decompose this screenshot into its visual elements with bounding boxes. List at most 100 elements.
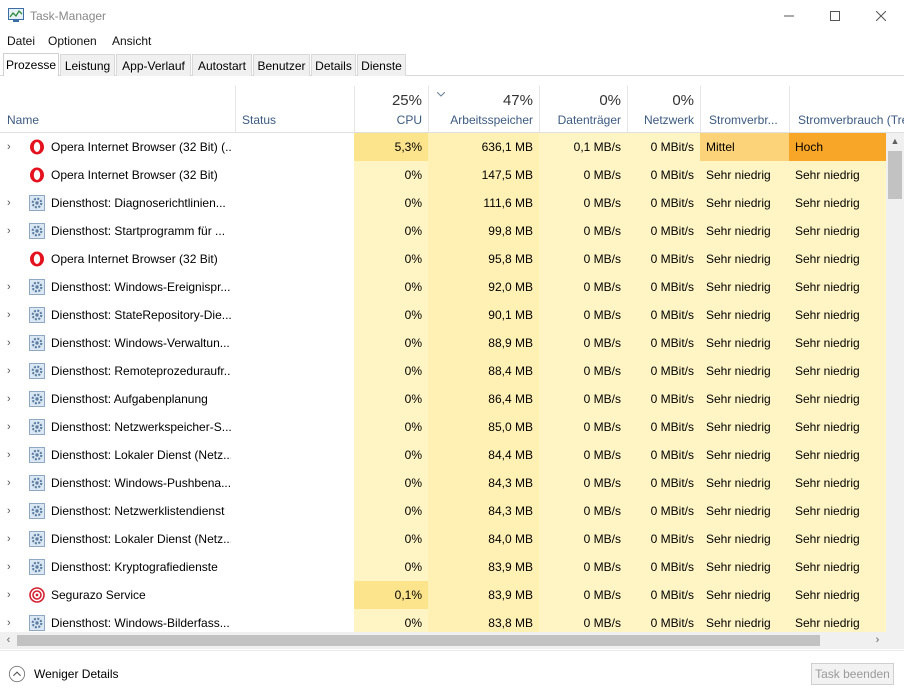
network-cell: 0 MBit/s (627, 329, 700, 357)
chevron-right-icon[interactable]: › (7, 385, 19, 413)
gear-icon (29, 531, 45, 547)
column-header: Name Status 25% CPU 47% Arbeitsspeicher … (0, 86, 904, 133)
table-row[interactable]: › Diensthost: Windows-Pushbena... 0% 84,3 M… (0, 469, 886, 497)
chevron-right-icon[interactable]: › (7, 497, 19, 525)
chevron-right-icon[interactable]: › (7, 217, 19, 245)
table-row[interactable]: Opera Internet Browser (32 Bit) 0% 147,5 M… (0, 161, 886, 189)
header-status[interactable]: Status (235, 86, 354, 132)
close-icon (876, 10, 886, 21)
header-status-label: Status (242, 113, 277, 127)
maximize-button[interactable] (812, 0, 858, 31)
chevron-right-icon[interactable]: › (7, 581, 19, 609)
power-trend-cell: Sehr niedrig (789, 385, 886, 413)
end-task-button[interactable]: Task beenden (811, 663, 894, 685)
tab-prozesse[interactable]: Prozesse (3, 53, 59, 76)
network-cell: 0 MBit/s (627, 609, 700, 632)
power-cell: Sehr niedrig (700, 245, 789, 273)
cpu-cell: 0% (354, 553, 428, 581)
power-trend-cell: Sehr niedrig (789, 469, 886, 497)
vertical-scroll-thumb[interactable] (888, 151, 902, 199)
chevron-right-icon[interactable]: › (7, 525, 19, 553)
tab-leistung[interactable]: Leistung (60, 54, 115, 76)
table-row[interactable]: › Diensthost: Netzwerkspeicher-S... 0% 85,0… (0, 413, 886, 441)
scroll-up-icon[interactable]: ▲ (886, 133, 904, 150)
sort-descending-icon (437, 92, 445, 97)
fewer-details-link[interactable]: Weniger Details (34, 667, 118, 681)
table-row[interactable]: › Diensthost: Diagnoserichtlinien... 0% 111… (0, 189, 886, 217)
horizontal-scrollbar[interactable]: ‹ › (0, 632, 886, 649)
chevron-right-icon[interactable]: › (7, 133, 19, 161)
chevron-right-icon[interactable]: › (7, 441, 19, 469)
horizontal-scroll-thumb[interactable] (17, 635, 820, 646)
table-row[interactable]: › Diensthost: Startprogramm für ... 0% 99,8… (0, 217, 886, 245)
disk-cell: 0 MB/s (539, 301, 627, 329)
power-trend-cell: Sehr niedrig (789, 357, 886, 385)
table-row[interactable]: › Opera Internet Browser (32 Bit) (... 5,3… (0, 133, 886, 161)
chevron-right-icon[interactable]: › (7, 273, 19, 301)
scroll-left-icon[interactable]: ‹ (0, 632, 17, 649)
opera-icon (29, 139, 45, 155)
tab-autostart[interactable]: Autostart (192, 54, 252, 76)
scroll-right-icon[interactable]: › (869, 632, 886, 649)
disk-cell: 0 MB/s (539, 329, 627, 357)
chevron-right-icon[interactable]: › (7, 469, 19, 497)
header-network[interactable]: 0% Netzwerk (627, 86, 700, 132)
process-name: Opera Internet Browser (32 Bit) (51, 168, 218, 182)
chevron-right-icon[interactable]: › (7, 301, 19, 329)
chevron-right-icon[interactable]: › (7, 609, 19, 632)
process-name: Diensthost: Diagnoserichtlinien... (51, 196, 226, 210)
table-row[interactable]: › Diensthost: Windows-Verwaltun... 0% 88,9 … (0, 329, 886, 357)
table-row[interactable]: › Diensthost: Aufgabenplanung 0% 86,4 MB 0 M… (0, 385, 886, 413)
table-row[interactable]: › Segurazo Service 0,1% 83,9 MB 0 MB/s 0 MBit… (0, 581, 886, 609)
table-row[interactable]: › Diensthost: Remoteprozeduraufr... 0% 88,4… (0, 357, 886, 385)
header-power[interactable]: Stromverbr... (700, 86, 789, 132)
chevron-right-icon[interactable]: › (7, 329, 19, 357)
chevron-right-icon[interactable]: › (7, 357, 19, 385)
network-cell: 0 MBit/s (627, 189, 700, 217)
menu-optionen[interactable]: Optionen (48, 34, 97, 48)
power-cell: Sehr niedrig (700, 385, 789, 413)
tab-details[interactable]: Details (311, 54, 356, 76)
menu-ansicht[interactable]: Ansicht (112, 34, 151, 48)
power-cell: Sehr niedrig (700, 273, 789, 301)
table-row[interactable]: › Diensthost: Lokaler Dienst (Netz... 0% 84… (0, 441, 886, 469)
power-trend-cell: Sehr niedrig (789, 525, 886, 553)
menu-datei[interactable]: Datei (7, 34, 35, 48)
power-trend-cell: Sehr niedrig (789, 553, 886, 581)
disk-cell: 0 MB/s (539, 357, 627, 385)
memory-cell: 111,6 MB (428, 189, 539, 217)
header-disk[interactable]: 0% Datenträger (539, 86, 627, 132)
power-trend-cell: Sehr niedrig (789, 413, 886, 441)
power-trend-cell: Sehr niedrig (789, 441, 886, 469)
header-name[interactable]: Name (0, 86, 235, 132)
memory-cell: 90,1 MB (428, 301, 539, 329)
tab-benutzer[interactable]: Benutzer (253, 54, 310, 76)
close-button[interactable] (858, 0, 904, 31)
chevron-right-icon[interactable]: › (7, 189, 19, 217)
cpu-cell: 0% (354, 413, 428, 441)
network-cell: 0 MBit/s (627, 273, 700, 301)
table-row[interactable]: Opera Internet Browser (32 Bit) 0% 95,8 MB… (0, 245, 886, 273)
header-cpu[interactable]: 25% CPU (354, 86, 428, 132)
tab-dienste[interactable]: Dienste (357, 54, 406, 76)
memory-cell: 83,9 MB (428, 553, 539, 581)
memory-cell: 84,3 MB (428, 497, 539, 525)
chevron-right-icon[interactable]: › (7, 553, 19, 581)
power-cell: Sehr niedrig (700, 329, 789, 357)
table-row[interactable]: › Diensthost: Kryptografiedienste 0% 83,9 M… (0, 553, 886, 581)
gear-icon (29, 279, 45, 295)
header-memory[interactable]: 47% Arbeitsspeicher (428, 86, 539, 132)
header-power-trend[interactable]: Stromverbrauch (Tre (789, 86, 904, 132)
table-row[interactable]: › Diensthost: StateRepository-Die... 0% 90,… (0, 301, 886, 329)
chevron-up-circle-icon[interactable] (8, 665, 26, 683)
chevron-right-icon[interactable]: › (7, 413, 19, 441)
minimize-button[interactable] (766, 0, 812, 31)
gear-icon (29, 335, 45, 351)
tab-app-verlauf[interactable]: App-Verlauf (116, 54, 191, 76)
table-row[interactable]: › Diensthost: Netzwerklistendienst 0% 84,3 … (0, 497, 886, 525)
table-row[interactable]: › Diensthost: Windows-Bilderfass... 0% 83,8… (0, 609, 886, 632)
table-row[interactable]: › Diensthost: Lokaler Dienst (Netz... 0% 84… (0, 525, 886, 553)
table-row[interactable]: › Diensthost: Windows-Ereignispr... 0% 92,0… (0, 273, 886, 301)
memory-cell: 88,9 MB (428, 329, 539, 357)
vertical-scrollbar[interactable]: ▲ (886, 133, 904, 632)
